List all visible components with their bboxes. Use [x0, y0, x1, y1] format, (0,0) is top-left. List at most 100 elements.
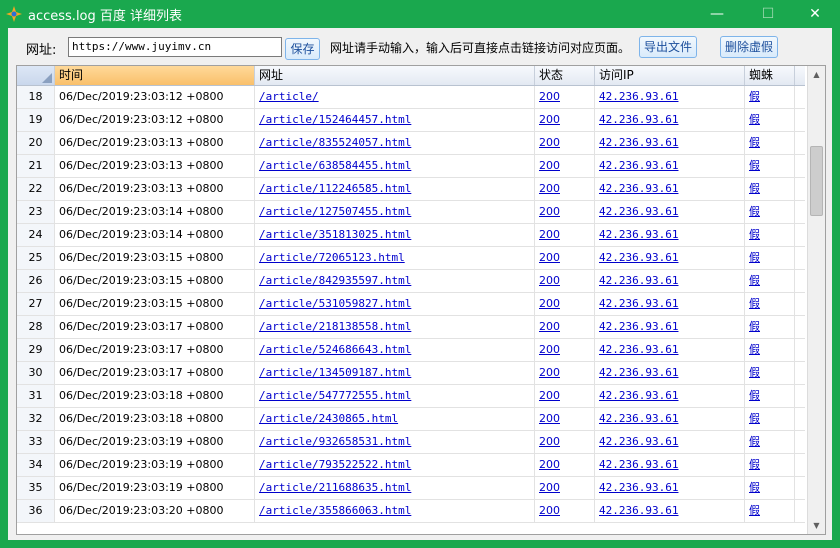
cell-status-link[interactable]: 200: [535, 477, 595, 499]
url-input[interactable]: https://www.juyimv.cn: [68, 37, 282, 57]
cell-url-link[interactable]: /article/524686643.html: [255, 339, 535, 361]
cell-ip-link[interactable]: 42.236.93.61: [595, 500, 745, 522]
cell-status-link[interactable]: 200: [535, 362, 595, 384]
table-row[interactable]: 18 06/Dec/2019:23:03:12 +0800/article/200…: [17, 86, 805, 109]
cell-spider-link[interactable]: 假: [745, 86, 795, 108]
header-status[interactable]: 状态: [535, 66, 595, 85]
close-button[interactable]: ✕: [795, 0, 835, 28]
header-url[interactable]: 网址: [255, 66, 535, 85]
cell-url-link[interactable]: /article/134509187.html: [255, 362, 535, 384]
table-row[interactable]: 31 06/Dec/2019:23:03:18 +0800/article/547…: [17, 385, 805, 408]
cell-ip-link[interactable]: 42.236.93.61: [595, 339, 745, 361]
cell-url-link[interactable]: /article/355866063.html: [255, 500, 535, 522]
cell-status-link[interactable]: 200: [535, 408, 595, 430]
cell-spider-link[interactable]: 假: [745, 385, 795, 407]
table-row[interactable]: 35 06/Dec/2019:23:03:19 +0800/article/211…: [17, 477, 805, 500]
cell-ip-link[interactable]: 42.236.93.61: [595, 201, 745, 223]
cell-status-link[interactable]: 200: [535, 247, 595, 269]
cell-url-link[interactable]: /article/152464457.html: [255, 109, 535, 131]
export-file-button[interactable]: 导出文件: [639, 36, 697, 58]
table-row[interactable]: 36 06/Dec/2019:23:03:20 +0800/article/355…: [17, 500, 805, 523]
cell-url-link[interactable]: /article/547772555.html: [255, 385, 535, 407]
header-time[interactable]: 时间: [55, 66, 255, 85]
cell-spider-link[interactable]: 假: [745, 339, 795, 361]
cell-url-link[interactable]: /article/638584455.html: [255, 155, 535, 177]
cell-spider-link[interactable]: 假: [745, 224, 795, 246]
cell-spider-link[interactable]: 假: [745, 362, 795, 384]
cell-url-link[interactable]: /article/793522522.html: [255, 454, 535, 476]
cell-ip-link[interactable]: 42.236.93.61: [595, 477, 745, 499]
cell-ip-link[interactable]: 42.236.93.61: [595, 293, 745, 315]
cell-url-link[interactable]: /article/932658531.html: [255, 431, 535, 453]
cell-spider-link[interactable]: 假: [745, 178, 795, 200]
cell-url-link[interactable]: /article/127507455.html: [255, 201, 535, 223]
cell-status-link[interactable]: 200: [535, 132, 595, 154]
cell-status-link[interactable]: 200: [535, 86, 595, 108]
table-row[interactable]: 22 06/Dec/2019:23:03:13 +0800/article/112…: [17, 178, 805, 201]
cell-ip-link[interactable]: 42.236.93.61: [595, 109, 745, 131]
cell-status-link[interactable]: 200: [535, 201, 595, 223]
cell-status-link[interactable]: 200: [535, 431, 595, 453]
cell-status-link[interactable]: 200: [535, 270, 595, 292]
cell-spider-link[interactable]: 假: [745, 109, 795, 131]
cell-ip-link[interactable]: 42.236.93.61: [595, 316, 745, 338]
cell-ip-link[interactable]: 42.236.93.61: [595, 132, 745, 154]
save-button[interactable]: 保存: [285, 38, 320, 60]
header-ip[interactable]: 访问IP: [595, 66, 745, 85]
cell-spider-link[interactable]: 假: [745, 293, 795, 315]
cell-spider-link[interactable]: 假: [745, 316, 795, 338]
cell-spider-link[interactable]: 假: [745, 132, 795, 154]
cell-ip-link[interactable]: 42.236.93.61: [595, 86, 745, 108]
cell-ip-link[interactable]: 42.236.93.61: [595, 362, 745, 384]
cell-status-link[interactable]: 200: [535, 109, 595, 131]
cell-spider-link[interactable]: 假: [745, 270, 795, 292]
minimize-button[interactable]: —: [697, 0, 737, 28]
table-row[interactable]: 20 06/Dec/2019:23:03:13 +0800/article/835…: [17, 132, 805, 155]
select-all-corner[interactable]: [17, 66, 55, 85]
cell-status-link[interactable]: 200: [535, 385, 595, 407]
cell-url-link[interactable]: /article/211688635.html: [255, 477, 535, 499]
cell-ip-link[interactable]: 42.236.93.61: [595, 270, 745, 292]
table-row[interactable]: 25 06/Dec/2019:23:03:15 +0800/article/720…: [17, 247, 805, 270]
cell-spider-link[interactable]: 假: [745, 201, 795, 223]
cell-status-link[interactable]: 200: [535, 155, 595, 177]
table-row[interactable]: 32 06/Dec/2019:23:03:18 +0800/article/243…: [17, 408, 805, 431]
cell-status-link[interactable]: 200: [535, 224, 595, 246]
cell-url-link[interactable]: /article/2430865.html: [255, 408, 535, 430]
cell-url-link[interactable]: /article/531059827.html: [255, 293, 535, 315]
cell-status-link[interactable]: 200: [535, 500, 595, 522]
cell-ip-link[interactable]: 42.236.93.61: [595, 178, 745, 200]
table-row[interactable]: 27 06/Dec/2019:23:03:15 +0800/article/531…: [17, 293, 805, 316]
cell-status-link[interactable]: 200: [535, 454, 595, 476]
cell-url-link[interactable]: /article/835524057.html: [255, 132, 535, 154]
cell-url-link[interactable]: /article/218138558.html: [255, 316, 535, 338]
cell-spider-link[interactable]: 假: [745, 500, 795, 522]
cell-spider-link[interactable]: 假: [745, 247, 795, 269]
title-bar[interactable]: access.log 百度 详细列表 — ☐ ✕: [0, 0, 840, 28]
cell-spider-link[interactable]: 假: [745, 477, 795, 499]
cell-ip-link[interactable]: 42.236.93.61: [595, 247, 745, 269]
table-row[interactable]: 33 06/Dec/2019:23:03:19 +0800/article/932…: [17, 431, 805, 454]
table-row[interactable]: 23 06/Dec/2019:23:03:14 +0800/article/127…: [17, 201, 805, 224]
cell-url-link[interactable]: /article/351813025.html: [255, 224, 535, 246]
cell-url-link[interactable]: /article/842935597.html: [255, 270, 535, 292]
vertical-scrollbar[interactable]: ▲ ▼: [807, 66, 825, 534]
cell-spider-link[interactable]: 假: [745, 454, 795, 476]
cell-spider-link[interactable]: 假: [745, 408, 795, 430]
table-row[interactable]: 21 06/Dec/2019:23:03:13 +0800/article/638…: [17, 155, 805, 178]
cell-url-link[interactable]: /article/: [255, 86, 535, 108]
cell-ip-link[interactable]: 42.236.93.61: [595, 408, 745, 430]
cell-ip-link[interactable]: 42.236.93.61: [595, 431, 745, 453]
table-row[interactable]: 24 06/Dec/2019:23:03:14 +0800/article/351…: [17, 224, 805, 247]
table-row[interactable]: 19 06/Dec/2019:23:03:12 +0800/article/152…: [17, 109, 805, 132]
header-spider[interactable]: 蜘蛛: [745, 66, 795, 85]
table-row[interactable]: 30 06/Dec/2019:23:03:17 +0800/article/134…: [17, 362, 805, 385]
cell-ip-link[interactable]: 42.236.93.61: [595, 454, 745, 476]
cell-spider-link[interactable]: 假: [745, 431, 795, 453]
table-row[interactable]: 28 06/Dec/2019:23:03:17 +0800/article/218…: [17, 316, 805, 339]
table-row[interactable]: 34 06/Dec/2019:23:03:19 +0800/article/793…: [17, 454, 805, 477]
scroll-thumb[interactable]: [810, 146, 823, 216]
maximize-button[interactable]: ☐: [748, 0, 788, 28]
scroll-down-icon[interactable]: ▼: [808, 517, 825, 534]
cell-ip-link[interactable]: 42.236.93.61: [595, 385, 745, 407]
